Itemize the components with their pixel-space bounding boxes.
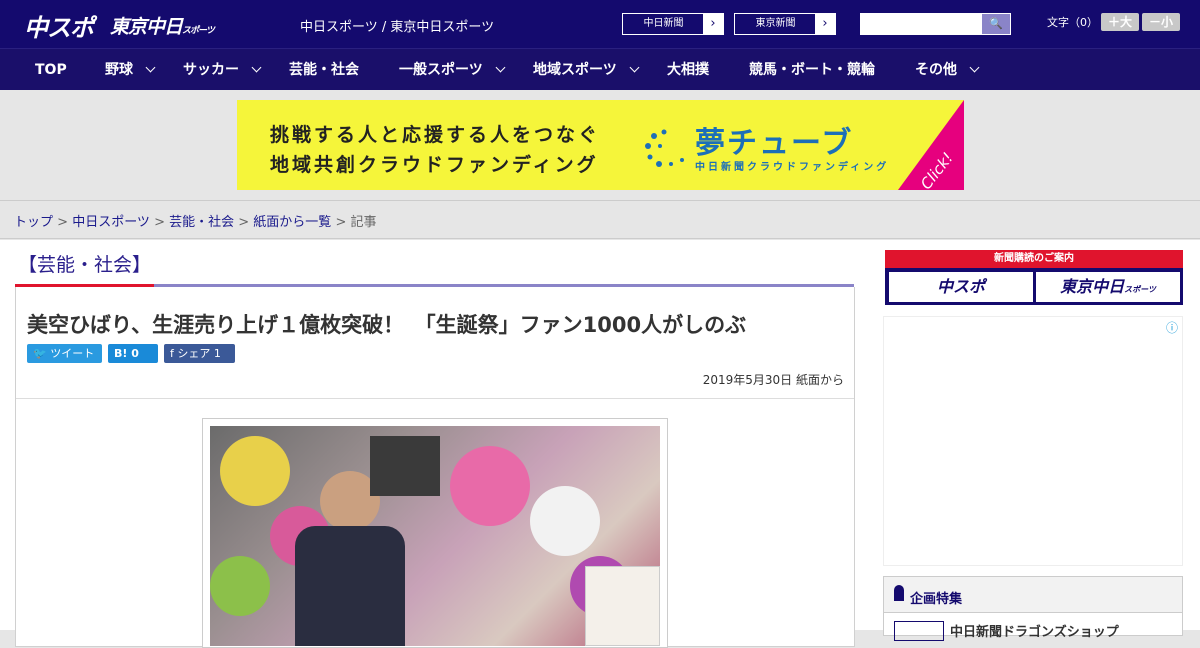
feature-item[interactable]: 中日新聞ドラゴンズショップ	[950, 621, 1119, 640]
nav-general-sports-label: 一般スポーツ	[399, 62, 483, 78]
article-title: 美空ひばり、生涯売り上げ１億枚突破！ 「生誕祭」ファン1000人がしのぶ	[27, 313, 747, 337]
nav-local-sports-label: 地域スポーツ	[533, 62, 617, 78]
facebook-share-button[interactable]: f シェア 1	[164, 344, 235, 363]
tokyo-chunichi-logo-text: 東京中日	[110, 16, 183, 38]
breadcrumb-chuspo[interactable]: 中日スポーツ	[72, 215, 150, 230]
person-body	[295, 526, 405, 646]
feature-title: 企画特集	[910, 592, 963, 607]
breadcrumb-paper-list[interactable]: 紙面から一覧	[253, 215, 331, 230]
nav-sumo[interactable]: 大相撲	[667, 49, 709, 91]
breadcrumb-sep: >	[149, 215, 170, 230]
article: 美空ひばり、生涯売り上げ１億枚突破！ 「生誕祭」ファン1000人がしのぶ 🐦 ツ…	[15, 287, 855, 648]
dots-logo-icon	[645, 129, 684, 167]
subscription-box[interactable]: 新聞購読のご案内 中スポ 東京中日スポーツ	[885, 250, 1183, 305]
chevron-right-icon: ›	[815, 14, 835, 34]
subscribe-tokyo-label: 東京中日	[1060, 277, 1125, 296]
flower-shape	[530, 486, 600, 556]
subscribe-tokyo-small: スポーツ	[1124, 285, 1156, 294]
flower-shape	[220, 436, 290, 506]
tweet-button[interactable]: 🐦 ツイート	[27, 344, 102, 363]
font-size-label: 文字（0）	[1047, 16, 1098, 29]
tokyo-chunichi-logo-small: スポーツ	[182, 26, 215, 36]
article-divider	[16, 398, 854, 399]
banner-line2: 地域共創クラウドファンディング	[270, 154, 599, 176]
hatena-bookmark-button[interactable]: B! 0	[108, 344, 158, 363]
site-header: 中スポ 東京中日スポーツ 中日スポーツ / 東京中日スポーツ 中日新聞 › 東京…	[0, 0, 1200, 48]
banner-brand: 夢チューブ	[695, 126, 854, 161]
nav-sumo-label: 大相撲	[667, 62, 709, 78]
article-photo-image	[210, 426, 660, 646]
chevron-right-icon: ›	[703, 14, 723, 34]
category-heading: 【芸能・社会】	[18, 254, 152, 276]
chevron-down-icon	[251, 62, 262, 73]
tokyo-shimbun-link[interactable]: 東京新聞 ›	[734, 13, 836, 35]
twitter-icon: 🐦	[33, 347, 51, 360]
tokyo-chunichi-logo[interactable]: 東京中日スポーツ	[110, 12, 215, 39]
nav-local-sports[interactable]: 地域スポーツ	[533, 49, 640, 91]
tokyo-shimbun-label: 東京新聞	[755, 18, 796, 29]
chevron-down-icon	[629, 62, 640, 73]
main-content: 【芸能・社会】 美空ひばり、生涯売り上げ１億枚突破！ 「生誕祭」ファン1000人…	[0, 240, 1200, 648]
search-icon[interactable]: 🔍	[982, 14, 1010, 34]
chunichi-shimbun-label: 中日新聞	[643, 18, 684, 29]
nav-general-sports[interactable]: 一般スポーツ	[399, 49, 506, 91]
font-larger-button[interactable]: ＋大	[1101, 13, 1139, 31]
feature-box: 企画特集 中日新聞ドラゴンズショップ	[883, 576, 1183, 641]
feature-thumb[interactable]	[894, 621, 944, 641]
breadcrumb-sep: >	[53, 215, 73, 230]
banner-line1: 挑戦する人と応援する人をつなぐ	[270, 124, 601, 146]
site-name: 中日スポーツ / 東京中日スポーツ	[300, 20, 495, 35]
breadcrumb: トップ > 中日スポーツ > 芸能・社会 > 紙面から一覧 > 記事	[14, 211, 377, 230]
nav-top[interactable]: TOP	[35, 49, 67, 91]
article-photo[interactable]	[202, 418, 668, 648]
crowdfunding-banner[interactable]: 挑戦する人と応援する人をつなぐ 地域共創クラウドファンディング 夢チューブ 中日…	[237, 100, 964, 190]
nav-entertainment-label: 芸能・社会	[289, 62, 359, 78]
breadcrumb-sep: >	[234, 215, 254, 230]
nav-racing[interactable]: 競馬・ボート・競輪	[749, 49, 875, 91]
breadcrumb-bar: トップ > 中日スポーツ > 芸能・社会 > 紙面から一覧 > 記事	[0, 200, 1200, 239]
nav-entertainment[interactable]: 芸能・社会	[289, 49, 359, 91]
flower-shape	[210, 556, 270, 616]
nav-baseball[interactable]: 野球	[105, 49, 156, 91]
nav-other[interactable]: その他	[915, 49, 980, 91]
font-smaller-button[interactable]: －小	[1142, 13, 1180, 31]
nav-other-label: その他	[915, 62, 957, 78]
article-date: 2019年5月30日 紙面から	[702, 373, 844, 387]
chevron-down-icon	[969, 62, 980, 73]
ribbon-icon	[894, 585, 904, 601]
subscribe-chuspo-button[interactable]: 中スポ	[889, 272, 1033, 302]
breadcrumb-sep: >	[331, 215, 351, 230]
chevron-down-icon	[145, 62, 156, 73]
chunichi-shimbun-link[interactable]: 中日新聞 ›	[622, 13, 724, 35]
banner-brand-sub: 中日新聞クラウドファンディング	[695, 162, 890, 173]
nav-soccer-label: サッカー	[183, 62, 239, 78]
nav-baseball-label: 野球	[105, 62, 133, 78]
nav-soccer[interactable]: サッカー	[183, 49, 262, 91]
subscribe-tokyo-button[interactable]: 東京中日スポーツ	[1036, 272, 1180, 302]
poster-frame	[585, 566, 660, 646]
search-input[interactable]: 🔍	[860, 13, 1011, 35]
flower-shape	[450, 446, 530, 526]
main-nav: TOP 野球 サッカー 芸能・社会 一般スポーツ 地域スポーツ 大相撲 競馬・ボ…	[0, 48, 1200, 90]
facebook-share-label: シェア 1	[177, 347, 221, 360]
chevron-down-icon	[495, 62, 506, 73]
ad-info-icon[interactable]: ⓘ	[1166, 319, 1178, 336]
portrait-frame	[370, 436, 440, 496]
tweet-label: ツイート	[50, 347, 95, 360]
breadcrumb-current: 記事	[350, 215, 377, 230]
ad-slot[interactable]: ⓘ	[883, 316, 1183, 566]
breadcrumb-top[interactable]: トップ	[14, 215, 53, 230]
nav-racing-label: 競馬・ボート・競輪	[749, 62, 875, 78]
chuspo-logo[interactable]: 中スポ	[24, 8, 94, 43]
breadcrumb-entertainment[interactable]: 芸能・社会	[169, 215, 234, 230]
feature-header: 企画特集	[884, 577, 1182, 613]
subscription-title: 新聞購読のご案内	[885, 250, 1183, 268]
nav-top-label: TOP	[35, 62, 67, 78]
